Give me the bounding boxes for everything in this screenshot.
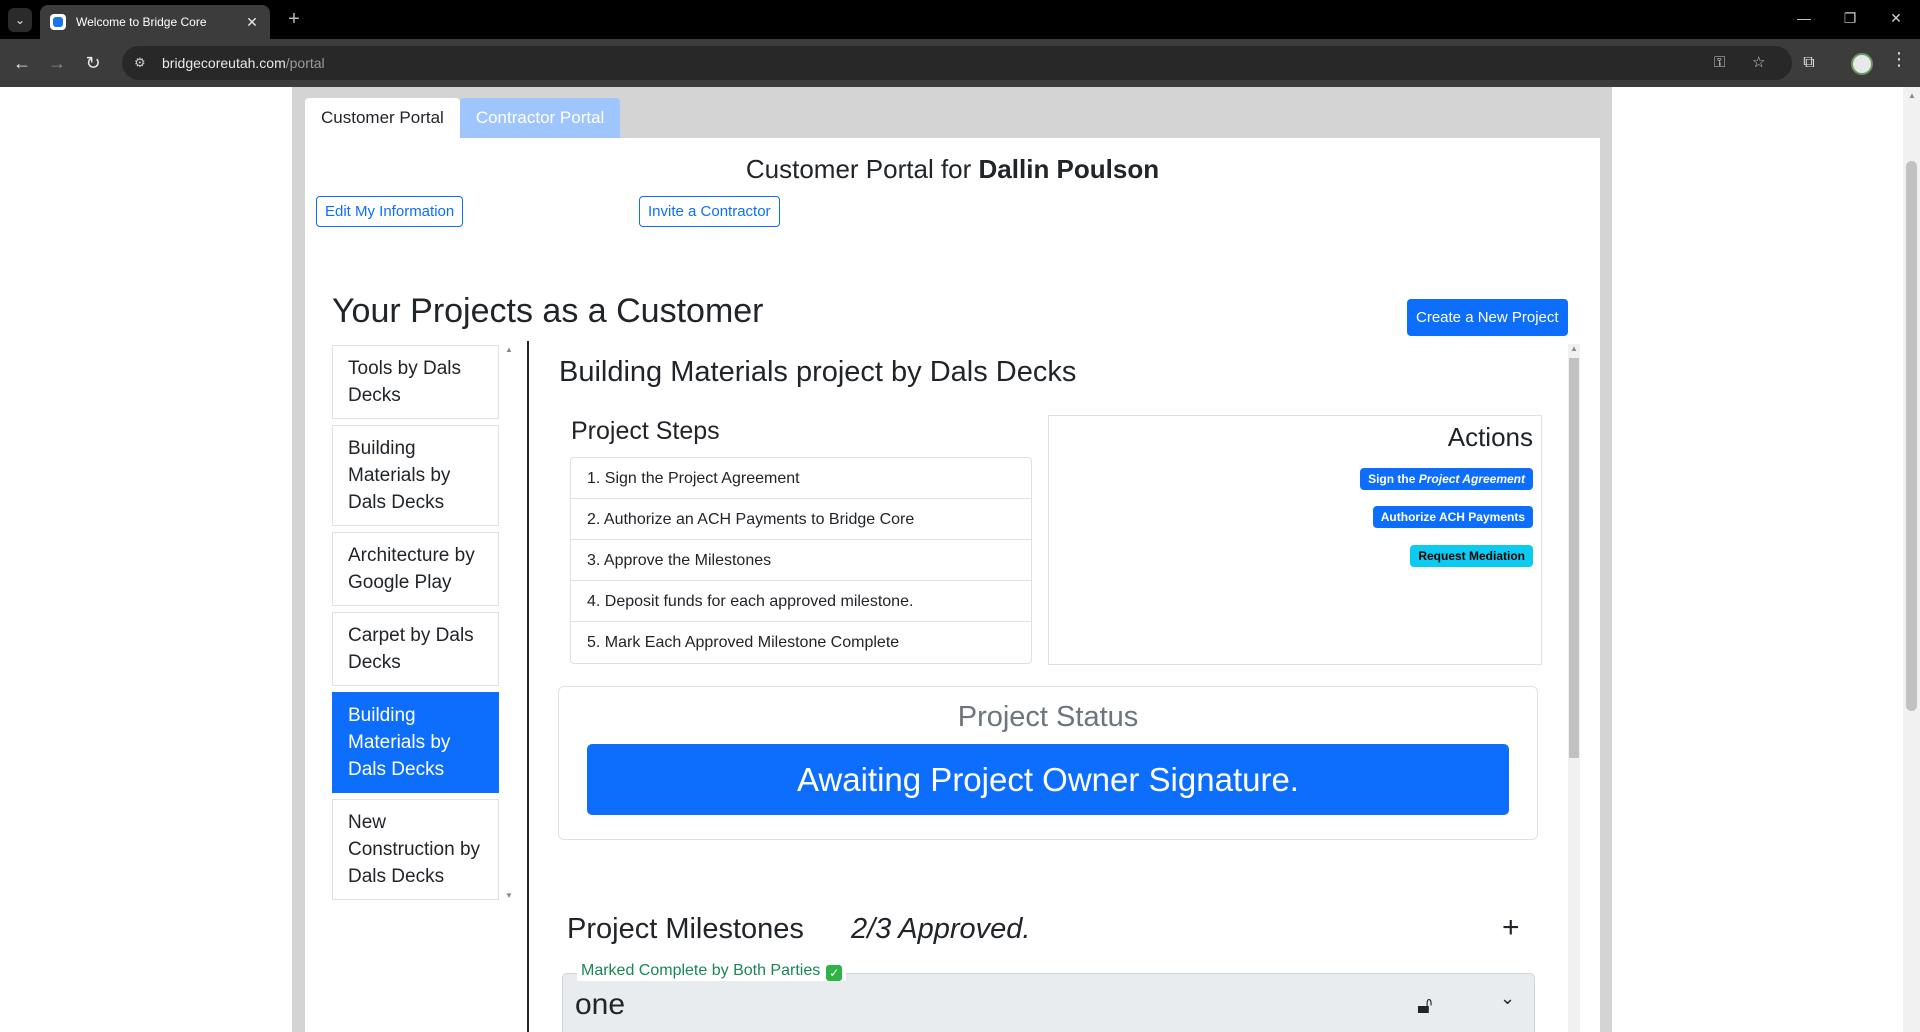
site-info-icon[interactable]: ⚙ <box>134 55 152 71</box>
step-item: 3. Approve the Milestones <box>571 540 1031 581</box>
project-title: Building Materials project by Dals Decks <box>559 356 1077 388</box>
new-tab-icon[interactable]: + <box>282 8 306 30</box>
project-status-panel: Project Status Awaiting Project Owner Si… <box>558 686 1538 840</box>
project-list-item[interactable]: Tools by Dals Decks <box>332 345 499 419</box>
project-list-item[interactable]: Architecture by Google Play <box>332 532 499 606</box>
check-icon: ✓ <box>826 965 843 981</box>
actions-panel: Actions Sign the Project Agreement Autho… <box>1048 415 1542 665</box>
tab-contractor-portal[interactable]: Contractor Portal <box>459 98 621 138</box>
tab-customer-portal[interactable]: Customer Portal <box>305 98 460 138</box>
milestones-count: 2/3 Approved. <box>851 913 1031 945</box>
create-project-button[interactable]: Create a New Project <box>1407 299 1568 336</box>
extensions-icon[interactable]: ⧉ <box>1797 51 1821 75</box>
step-item: 5. Mark Each Approved Milestone Complete <box>587 634 900 651</box>
tab-search-chevron-icon[interactable]: ⌄ <box>8 8 32 32</box>
add-milestone-icon[interactable]: + <box>1502 911 1520 945</box>
sign-agreement-button[interactable]: Sign the Project Agreement <box>1360 468 1533 490</box>
scroll-up-icon[interactable]: ▲ <box>505 345 513 354</box>
project-list-item[interactable]: Carpet by Dals Decks <box>332 612 499 686</box>
steps-list: 1. Sign the Project Agreement 2. Authori… <box>570 457 1032 664</box>
portal-card: Customer Portal for Dallin Poulson Edit … <box>305 138 1600 1032</box>
url-text: bridgecoreutah.com/portal <box>162 55 325 71</box>
milestone-status-legend: Marked Complete by Both Parties ✓ <box>577 962 847 981</box>
back-icon[interactable]: ← <box>10 51 34 75</box>
profile-avatar[interactable] <box>1851 53 1873 75</box>
menu-dots-icon[interactable]: ⋮ <box>1890 49 1908 70</box>
browser-tab[interactable]: Welcome to Bridge Core ✕ <box>40 5 270 39</box>
milestone-name: one <box>575 988 626 1021</box>
project-list-item[interactable]: New Construction by Dals Decks <box>332 799 499 900</box>
chevron-down-icon[interactable]: ⌄ <box>1500 988 1515 1009</box>
reload-icon[interactable]: ↻ <box>81 51 105 75</box>
page-title: Customer Portal for Dallin Poulson <box>745 154 1160 184</box>
tab-title: Welcome to Bridge Core <box>76 15 207 29</box>
status-label: Project Status <box>957 701 1139 733</box>
project-list-item-active[interactable]: Building Materials by Dals Decks <box>332 692 499 793</box>
milestone-item[interactable]: Marked Complete by Both Parties ✓ one 🔓︎ … <box>562 962 1535 1032</box>
milestones-title: Project Milestones <box>567 913 804 945</box>
project-list: Tools by Dals Decks Building Materials b… <box>332 345 499 906</box>
unlock-icon[interactable]: 🔓︎ <box>1417 992 1433 1020</box>
scroll-up-icon[interactable]: ▲ <box>1908 91 1916 100</box>
edit-information-button[interactable]: Edit My Information <box>316 196 464 227</box>
main-content-scrollbar[interactable]: ▲ <box>1568 344 1580 1032</box>
address-bar[interactable]: ⚙ bridgecoreutah.com/portal ⚿ ☆ <box>122 46 1792 80</box>
actions-title: Actions <box>1447 422 1533 452</box>
project-list-scrollbar[interactable]: ▲ ▼ <box>502 345 515 900</box>
scroll-down-icon[interactable]: ▼ <box>505 891 513 900</box>
minimize-icon[interactable]: — <box>1794 10 1814 26</box>
authorize-ach-button[interactable]: Authorize ACH Payments <box>1372 506 1533 528</box>
step-item: 2. Authorize an ACH Payments to Bridge C… <box>571 499 1031 540</box>
request-mediation-button[interactable]: Request Mediation <box>1410 545 1533 567</box>
restore-icon[interactable]: ❐ <box>1840 10 1860 27</box>
password-key-icon[interactable]: ⚿ <box>1714 46 1725 80</box>
portal-tabs: Customer Portal Contractor Portal <box>305 98 621 138</box>
scrollbar-thumb[interactable] <box>1569 358 1579 758</box>
favicon-icon <box>50 14 66 30</box>
step-item: 1. Sign the Project Agreement <box>571 458 1031 499</box>
forward-icon[interactable]: → <box>45 51 69 75</box>
steps-title: Project Steps <box>571 417 720 445</box>
step-item: 4. Deposit funds for each approved miles… <box>571 581 1031 622</box>
browser-tabstrip: ⌄ Welcome to Bridge Core ✕ + — ❐ ✕ <box>0 0 1920 39</box>
page-scrollbar-thumb[interactable] <box>1906 161 1917 711</box>
projects-title: Your Projects as a Customer <box>332 292 764 330</box>
bookmark-star-icon[interactable]: ☆ <box>1752 46 1765 80</box>
project-list-item[interactable]: Building Materials by Dals Decks <box>332 425 499 526</box>
page-scrollbar[interactable]: ▲ <box>1903 87 1920 1032</box>
close-window-icon[interactable]: ✕ <box>1886 10 1906 27</box>
invite-contractor-button[interactable]: Invite a Contractor <box>639 196 780 227</box>
tab-close-icon[interactable]: ✕ <box>244 14 260 31</box>
customer-name: Dallin Poulson <box>978 154 1160 184</box>
vertical-divider <box>527 341 529 1032</box>
page-viewport: Customer Portal Contractor Portal Custom… <box>0 87 1920 1032</box>
browser-toolbar: ← → ↻ ⚙ bridgecoreutah.com/portal ⚿ ☆ ⧉ … <box>0 39 1920 87</box>
scroll-up-icon[interactable]: ▲ <box>1570 344 1578 353</box>
status-banner: Awaiting Project Owner Signature. <box>587 744 1509 815</box>
